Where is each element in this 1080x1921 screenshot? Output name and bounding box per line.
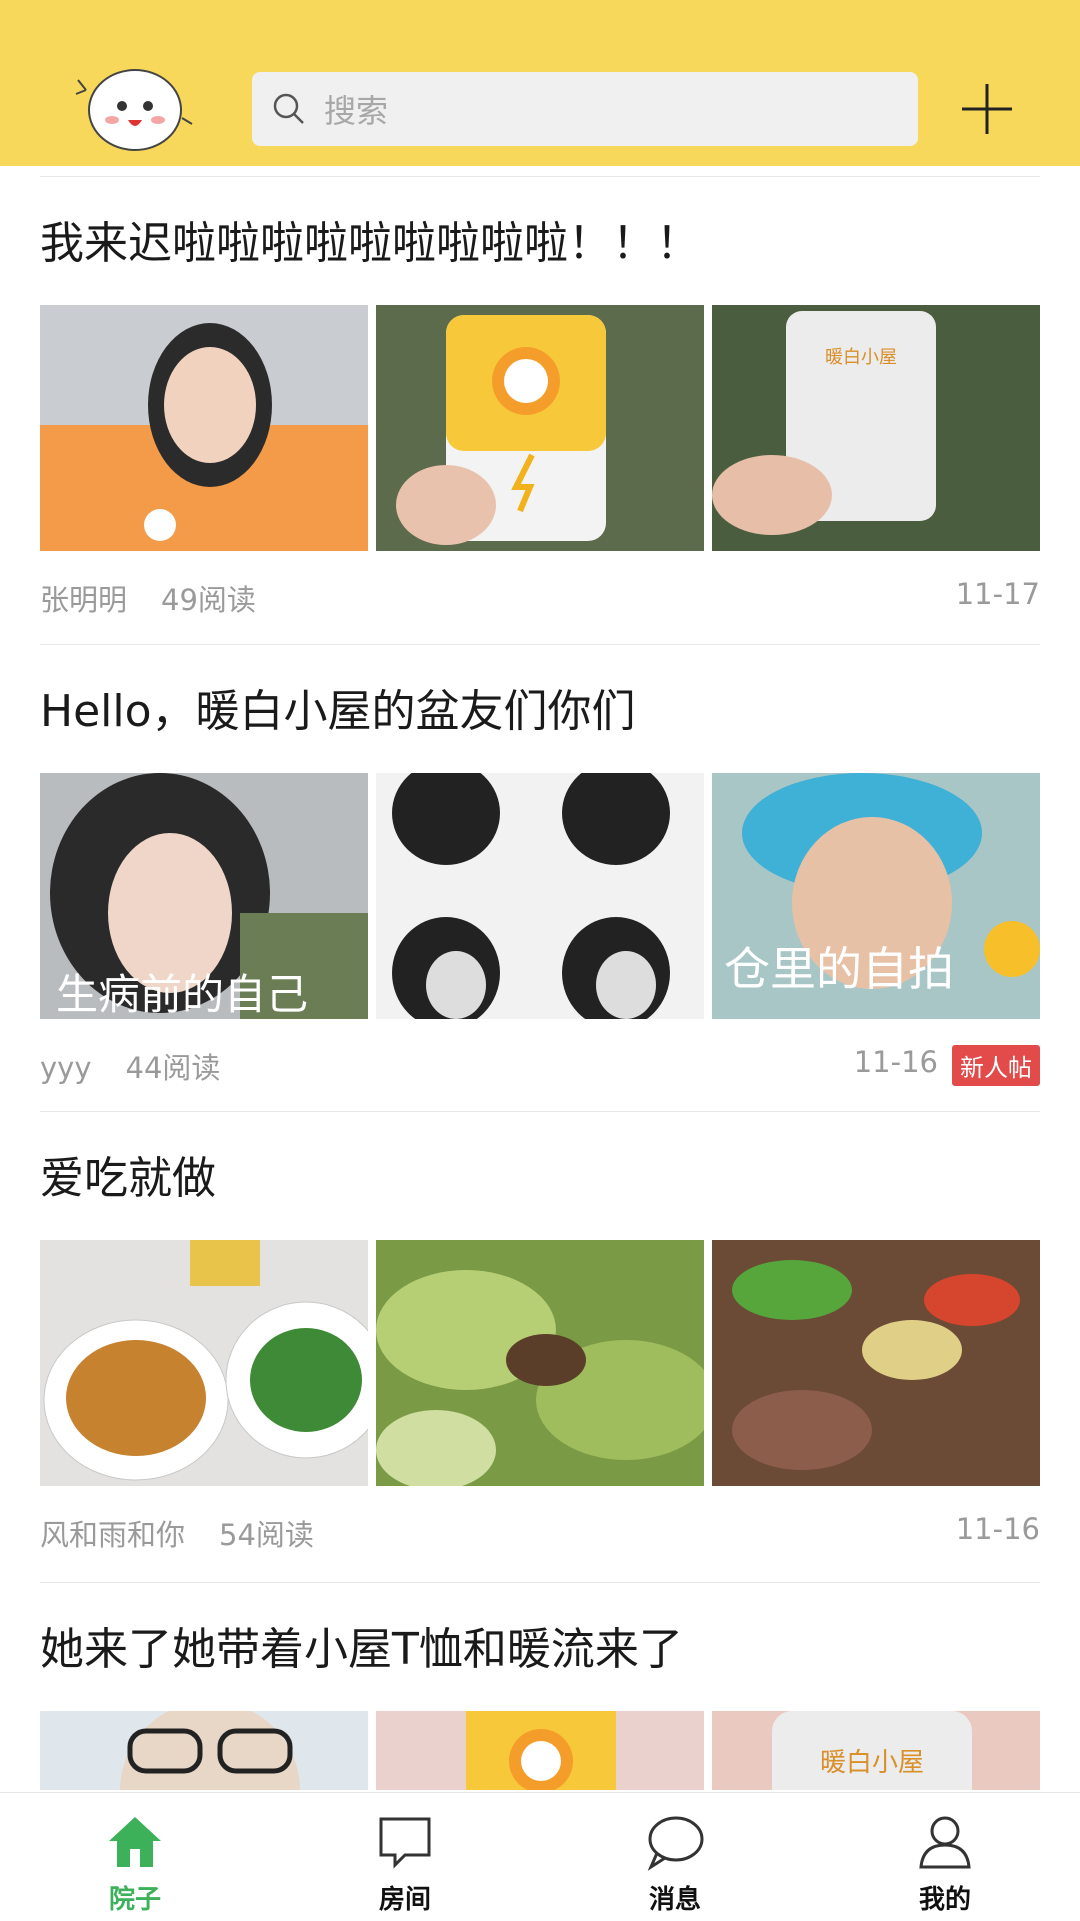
post-image[interactable] — [40, 1711, 368, 1790]
post-image[interactable] — [376, 305, 704, 551]
post-image[interactable] — [376, 1711, 704, 1790]
top-bar: 搜索 — [0, 0, 1080, 166]
post-image[interactable]: 生病前的自己 — [40, 773, 368, 1019]
post-feed[interactable]: 我来迟啦啦啦啦啦啦啦啦啦！！！ 暖白小屋 张明明 49阅读 11-17 Hell… — [0, 166, 1080, 1790]
bottom-tab-bar: 院子 房间 消息 我的 — [0, 1792, 1080, 1921]
tab-label: 院子 — [108, 1885, 161, 1915]
tab-mine[interactable]: 我的 — [810, 1793, 1080, 1921]
new-post-badge: 新人帖 — [952, 1045, 1040, 1086]
post-card[interactable]: 爱吃就做 风和雨和你 54阅读 11-16 — [40, 1111, 1040, 1552]
post-image[interactable] — [712, 1240, 1040, 1486]
post-meta: 风和雨和你 54阅读 — [40, 1512, 314, 1554]
post-image[interactable]: 暖白小屋 — [712, 305, 1040, 551]
post-images — [40, 1240, 1040, 1486]
post-author[interactable]: 风和雨和你 — [40, 1518, 185, 1552]
post-card[interactable]: Hello，暖白小屋的盆友们你们 生病前的自己 仓里的自拍 yyy 44阅读 1… — [40, 644, 1040, 1086]
tab-label: 消息 — [648, 1885, 701, 1915]
post-meta: yyy 44阅读 — [40, 1045, 220, 1087]
chat-bubble-icon — [647, 1816, 704, 1871]
chat-square-icon — [379, 1817, 431, 1869]
post-images: 暖白小屋 — [40, 1711, 1040, 1790]
post-image[interactable] — [40, 305, 368, 551]
post-title[interactable]: 她来了她带着小屋T恤和暖流来了 — [40, 1613, 683, 1677]
post-reads: 44阅读 — [125, 1051, 221, 1085]
post-image[interactable] — [376, 1240, 704, 1486]
add-post-icon[interactable] — [960, 82, 1014, 136]
search-icon — [273, 93, 304, 124]
tab-label: 房间 — [378, 1885, 431, 1915]
tab-room[interactable]: 房间 — [270, 1793, 540, 1921]
post-date: 11-16 — [955, 1512, 1040, 1546]
post-reads: 49阅读 — [161, 583, 256, 617]
post-date: 11-16 — [853, 1045, 938, 1079]
post-author[interactable]: yyy — [40, 1051, 92, 1085]
image-caption: 生病前的自己 — [56, 970, 308, 1019]
logo-mascot-icon[interactable] — [72, 58, 198, 158]
post-images: 暖白小屋 — [40, 305, 1040, 551]
post-title[interactable]: 我来迟啦啦啦啦啦啦啦啦啦！！！ — [40, 207, 700, 271]
post-title[interactable]: Hello，暖白小屋的盆友们你们 — [40, 675, 636, 739]
search-input[interactable]: 搜索 — [252, 72, 918, 146]
tab-messages[interactable]: 消息 — [540, 1793, 810, 1921]
post-images: 生病前的自己 仓里的自拍 — [40, 773, 1040, 1019]
tab-yard[interactable]: 院子 — [0, 1793, 270, 1921]
post-date: 11-17 — [955, 577, 1040, 611]
home-icon — [109, 1817, 161, 1867]
post-title[interactable]: 爱吃就做 — [40, 1142, 216, 1206]
svg-text:暖白小屋: 暖白小屋 — [820, 1748, 924, 1778]
post-author[interactable]: 张明明 — [40, 583, 127, 617]
post-meta: 张明明 49阅读 — [40, 577, 256, 619]
post-image[interactable]: 暖白小屋 — [712, 1711, 1040, 1790]
post-image[interactable] — [40, 1240, 368, 1486]
post-reads: 54阅读 — [219, 1518, 314, 1552]
post-card[interactable]: 我来迟啦啦啦啦啦啦啦啦啦！！！ 暖白小屋 张明明 49阅读 11-17 — [40, 176, 1040, 617]
search-placeholder: 搜索 — [324, 92, 389, 130]
tab-label: 我的 — [918, 1885, 971, 1915]
post-image[interactable] — [376, 773, 704, 1019]
post-card[interactable]: 她来了她带着小屋T恤和暖流来了 暖白小屋 — [40, 1582, 1040, 1790]
image-caption: 仓里的自拍 — [724, 942, 954, 996]
person-icon — [919, 1816, 971, 1869]
post-image[interactable]: 仓里的自拍 — [712, 773, 1040, 1019]
svg-text:暖白小屋: 暖白小屋 — [825, 347, 897, 368]
